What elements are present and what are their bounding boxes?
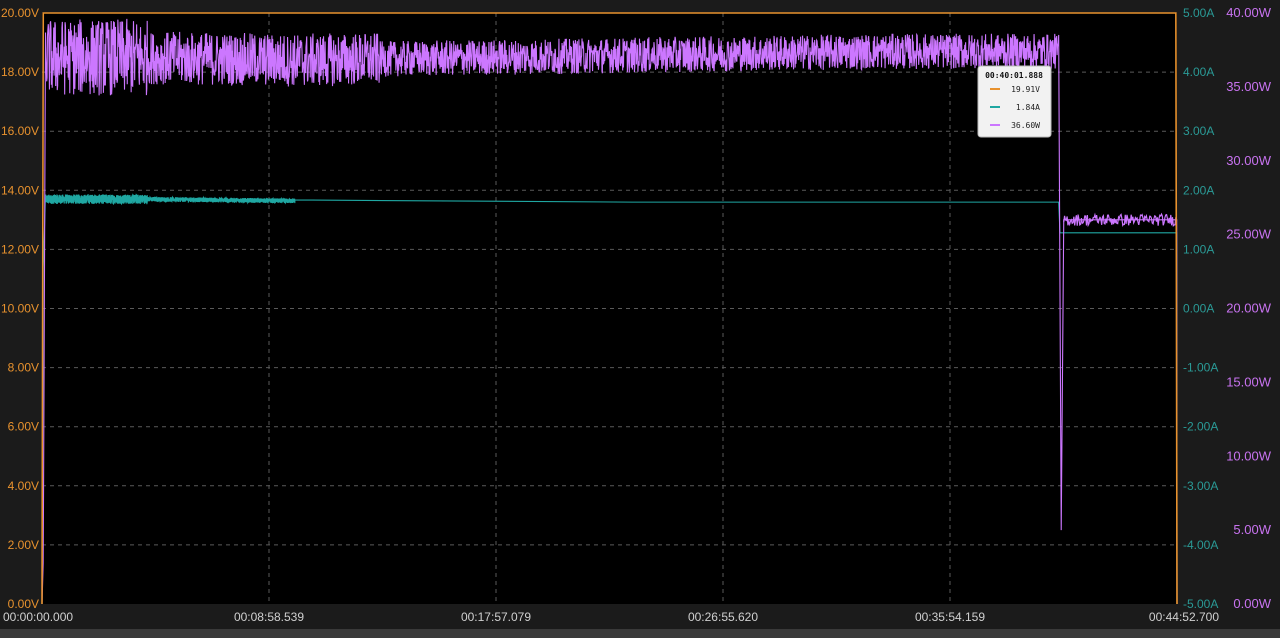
power-tick-label: 15.00W [1226,374,1272,389]
time-tick-label: 00:08:58.539 [234,610,304,624]
current-tick-label: 3.00A [1183,124,1214,138]
power-tick-label: 35.00W [1226,79,1272,94]
voltage-tick-label: 18.00V [1,65,39,79]
time-tick-label: 00:00:00.000 [3,610,73,624]
voltage-tick-label: 16.00V [1,124,39,138]
voltage-tick-label: 20.00V [1,6,39,20]
tooltip-value: 19.91V [1011,85,1040,94]
current-tick-label: -2.00A [1183,420,1218,434]
power-tick-label: 40.00W [1226,5,1272,20]
power-monitor-chart: 0.00V 2.00V 4.00V 6.00V 8.00V 10.00V 12.00V 14.… [0,0,1280,638]
hover-tooltip: 00:40:01.888 19.91V 1.84A 36.60W [977,65,1052,138]
tooltip-value: 1.84A [1016,103,1040,112]
current-tick-label: -3.00A [1183,479,1218,493]
time-tick-label: 00:17:57.079 [461,610,531,624]
current-tick-label: 1.00A [1183,242,1214,256]
power-tick-label: 0.00W [1233,596,1271,611]
tooltip-time: 00:40:01.888 [985,71,1043,80]
voltage-tick-label: 8.00V [8,361,39,375]
voltage-tick-label: 2.00V [8,538,39,552]
current-tick-label: -4.00A [1183,538,1218,552]
current-tick-label: 2.00A [1183,183,1214,197]
voltage-tick-label: 6.00V [8,420,39,434]
voltage-tick-label: 14.00V [1,183,39,197]
voltage-tick-label: 10.00V [1,302,39,316]
voltage-tick-label: 12.00V [1,242,39,256]
current-tick-label: -5.00A [1183,597,1218,611]
power-tick-label: 25.00W [1226,227,1272,242]
current-tick-label: 5.00A [1183,6,1214,20]
current-tick-label: 0.00A [1183,302,1214,316]
power-tick-label: 5.00W [1233,522,1271,537]
tooltip-value: 36.60W [1011,121,1040,130]
time-tick-label: 00:26:55.620 [688,610,758,624]
time-tick-label: 00:35:54.159 [915,610,985,624]
voltage-tick-label: 0.00V [8,597,39,611]
voltage-tick-label: 4.00V [8,479,39,493]
power-tick-label: 10.00W [1226,448,1272,463]
power-tick-label: 20.00W [1226,301,1272,316]
current-tick-label: 4.00A [1183,65,1214,79]
power-tick-label: 30.00W [1226,153,1272,168]
current-tick-label: -1.00A [1183,361,1218,375]
status-strip [0,629,1280,638]
time-tick-label: 00:44:52.700 [1149,610,1219,624]
